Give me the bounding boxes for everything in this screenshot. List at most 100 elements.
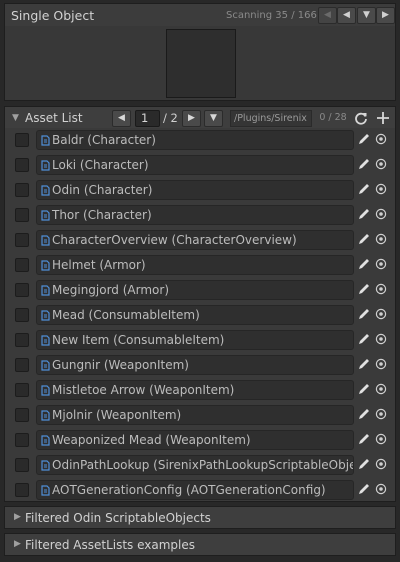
object-label: Baldr (Character) <box>52 133 156 147</box>
target-icon[interactable] <box>375 283 387 295</box>
list-item: Loki (Character) <box>5 153 395 178</box>
next-object-button[interactable]: ▶ <box>376 7 395 24</box>
target-icon[interactable] <box>375 458 387 470</box>
item-checkbox[interactable] <box>15 383 29 397</box>
object-field[interactable]: Megingjord (Armor) <box>36 280 354 300</box>
pencil-icon[interactable] <box>357 332 371 346</box>
object-field[interactable]: Loki (Character) <box>36 155 354 175</box>
pencil-icon[interactable] <box>357 157 371 171</box>
item-checkbox[interactable] <box>15 233 29 247</box>
dropdown-button[interactable]: ▼ <box>357 7 376 24</box>
foldout-filtered-scriptableobjects[interactable]: ▶ Filtered Odin ScriptableObjects <box>4 506 396 529</box>
target-icon[interactable] <box>375 433 387 445</box>
object-field[interactable]: AOTGenerationConfig (AOTGenerationConfig… <box>36 480 354 500</box>
scriptable-object-icon <box>41 260 50 271</box>
item-checkbox[interactable] <box>15 258 29 272</box>
refresh-button[interactable] <box>351 109 371 128</box>
object-preview[interactable] <box>166 29 236 98</box>
page-number-input[interactable]: 1 <box>135 110 160 127</box>
pencil-icon[interactable] <box>357 357 371 371</box>
pencil-icon[interactable] <box>357 132 371 146</box>
pencil-icon[interactable] <box>357 482 371 496</box>
target-icon[interactable] <box>375 208 387 220</box>
item-checkbox[interactable] <box>15 183 29 197</box>
pencil-icon[interactable] <box>357 207 371 221</box>
object-preview-area <box>4 26 396 101</box>
object-field[interactable]: Mjolnir (WeaponItem) <box>36 405 354 425</box>
prev-object-button[interactable]: ◀ <box>337 7 356 24</box>
object-field[interactable]: Gungnir (WeaponItem) <box>36 355 354 375</box>
object-field[interactable]: Helmet (Armor) <box>36 255 354 275</box>
list-item: Helmet (Armor) <box>5 253 395 278</box>
target-icon[interactable] <box>375 383 387 395</box>
target-icon[interactable] <box>375 233 387 245</box>
target-icon[interactable] <box>375 258 387 270</box>
triangle-icon[interactable]: ▼ <box>12 113 19 123</box>
list-item: Baldr (Character) <box>5 128 395 153</box>
prev-button[interactable]: ◀ <box>318 7 337 24</box>
target-icon[interactable] <box>375 483 387 495</box>
list-item: Megingjord (Armor) <box>5 278 395 303</box>
add-button[interactable] <box>373 109 393 128</box>
item-checkbox[interactable] <box>15 433 29 447</box>
scriptable-object-icon <box>41 135 50 146</box>
item-checkbox[interactable] <box>15 483 29 497</box>
header-title: Single Object <box>11 8 95 23</box>
object-label: Helmet (Armor) <box>52 258 146 272</box>
object-field[interactable]: Thor (Character) <box>36 205 354 225</box>
list-item: Mistletoe Arrow (WeaponItem) <box>5 378 395 403</box>
object-field[interactable]: New Item (ConsumableItem) <box>36 330 354 350</box>
arrow-down-icon: ▼ <box>363 10 370 20</box>
target-icon[interactable] <box>375 133 387 145</box>
object-label: Mjolnir (WeaponItem) <box>52 408 182 422</box>
pencil-icon[interactable] <box>357 432 371 446</box>
item-checkbox[interactable] <box>15 458 29 472</box>
scriptable-object-icon <box>41 435 50 446</box>
object-field[interactable]: OdinPathLookup (SirenixPathLookupScripta… <box>36 455 354 475</box>
object-field[interactable]: Baldr (Character) <box>36 130 354 150</box>
target-icon[interactable] <box>375 158 387 170</box>
prev-page-button[interactable]: ◀ <box>112 110 131 127</box>
arrow-left-icon: ◀ <box>118 113 125 123</box>
pencil-icon[interactable] <box>357 382 371 396</box>
pencil-icon[interactable] <box>357 407 371 421</box>
object-field[interactable]: Mead (ConsumableItem) <box>36 305 354 325</box>
asset-list: Baldr (Character) Loki (Character) Odin (C… <box>4 128 396 502</box>
scriptable-object-icon <box>41 210 50 221</box>
object-field[interactable]: Odin (Character) <box>36 180 354 200</box>
pencil-icon[interactable] <box>357 257 371 271</box>
item-checkbox[interactable] <box>15 308 29 322</box>
scan-status: Scanning 35 / 166 <box>226 10 317 21</box>
item-checkbox[interactable] <box>15 208 29 222</box>
asset-list-header[interactable]: ▼ Asset List ◀ 1 / 2 ▶ ▼ /Plugins/Sireni… <box>4 106 396 129</box>
item-checkbox[interactable] <box>15 283 29 297</box>
item-checkbox[interactable] <box>15 358 29 372</box>
foldout-filtered-assetlists[interactable]: ▶ Filtered AssetLists examples <box>4 533 396 556</box>
item-checkbox[interactable] <box>15 158 29 172</box>
item-checkbox[interactable] <box>15 133 29 147</box>
item-checkbox[interactable] <box>15 333 29 347</box>
pencil-icon[interactable] <box>357 307 371 321</box>
target-icon[interactable] <box>375 408 387 420</box>
scriptable-object-icon <box>41 335 50 346</box>
scriptable-object-icon <box>41 485 50 496</box>
pencil-icon[interactable] <box>357 232 371 246</box>
list-dropdown-button[interactable]: ▼ <box>204 110 223 127</box>
object-label: New Item (ConsumableItem) <box>52 333 225 347</box>
object-field[interactable]: Weaponized Mead (WeaponItem) <box>36 430 354 450</box>
target-icon[interactable] <box>375 308 387 320</box>
arrow-left-icon: ◀ <box>324 10 331 20</box>
target-icon[interactable] <box>375 358 387 370</box>
pencil-icon[interactable] <box>357 457 371 471</box>
target-icon[interactable] <box>375 183 387 195</box>
object-field[interactable]: CharacterOverview (CharacterOverview) <box>36 230 354 250</box>
target-icon[interactable] <box>375 333 387 345</box>
pencil-icon[interactable] <box>357 282 371 296</box>
object-field[interactable]: Mistletoe Arrow (WeaponItem) <box>36 380 354 400</box>
triangle-icon: ▶ <box>14 539 21 549</box>
list-item: Thor (Character) <box>5 203 395 228</box>
pencil-icon[interactable] <box>357 182 371 196</box>
item-checkbox[interactable] <box>15 408 29 422</box>
page-total: / 2 <box>163 111 178 125</box>
next-page-button[interactable]: ▶ <box>182 110 201 127</box>
